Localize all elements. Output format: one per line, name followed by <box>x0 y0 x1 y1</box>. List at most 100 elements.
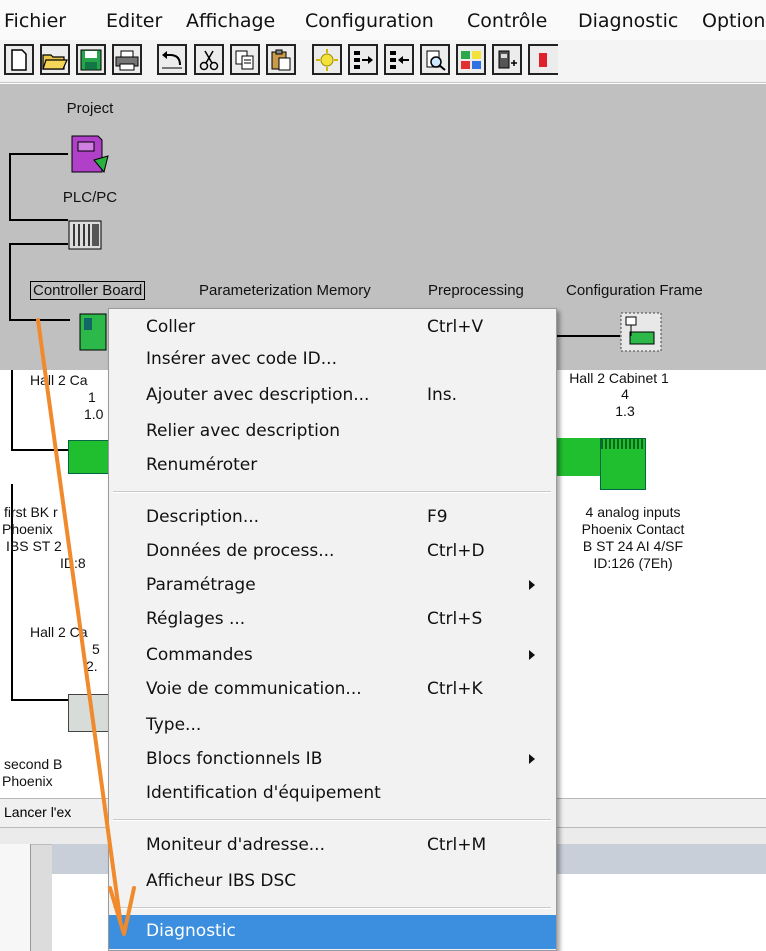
menu-item-label: Insérer avec code ID... <box>146 349 337 369</box>
status-text: Lancer l'ex <box>4 804 72 820</box>
device-tree[interactable]: Hall 2 Ca 1 1.0 first BK r Phoenix IBS S… <box>0 370 110 798</box>
parameterize-icon[interactable] <box>456 44 486 75</box>
menu-configuration[interactable]: Configuration <box>305 10 434 32</box>
left-module-1-icon[interactable] <box>68 440 110 474</box>
menu-item-label: Description... <box>146 507 260 527</box>
left-mod1-type: IBS ST 2 <box>6 538 62 554</box>
left-module-2-icon[interactable] <box>68 694 110 732</box>
right-cab-num: 4 <box>621 386 629 402</box>
menu-item-donnees-process[interactable]: Données de process... Ctrl+D <box>109 535 556 567</box>
right-cab-addr: 1.3 <box>615 403 635 419</box>
tree-lines <box>11 370 70 701</box>
menu-option[interactable]: Option <box>702 10 765 32</box>
right-module-connector <box>556 438 602 476</box>
menu-item-commandes[interactable]: Commandes <box>109 639 556 671</box>
new-icon[interactable] <box>4 44 34 75</box>
open-icon[interactable] <box>40 44 70 75</box>
controller-board-icon[interactable] <box>78 312 108 357</box>
menu-fichier[interactable]: Fichier <box>4 10 66 32</box>
search-device-icon[interactable] <box>420 44 450 75</box>
menu-item-shortcut: Ctrl+D <box>427 541 485 561</box>
menu-item-relier-description[interactable]: Relier avec description <box>109 415 556 447</box>
menu-item-renumeroter[interactable]: Renuméroter <box>109 449 556 481</box>
right-mod-id: ID:126 (7Eh) <box>593 555 673 571</box>
left-cab1-addr: 1.0 <box>84 406 104 422</box>
left-mod1-vendor: Phoenix <box>2 521 53 537</box>
submenu-arrow-icon <box>529 580 535 590</box>
cut-icon[interactable] <box>194 44 224 75</box>
menu-item-label: Données de process... <box>146 541 335 561</box>
left-cab1-name: Hall 2 Ca <box>30 372 88 388</box>
menu-item-shortcut: Ins. <box>427 385 458 405</box>
right-mod-vendor: Phoenix Contact <box>581 521 685 537</box>
configuration-frame-icon[interactable] <box>620 312 662 357</box>
menu-item-label: Afficheur IBS DSC <box>146 871 297 891</box>
paste-icon[interactable] <box>266 44 296 75</box>
copy-icon[interactable] <box>230 44 260 75</box>
tab-configuration-frame[interactable]: Configuration Frame <box>566 282 703 299</box>
menu-item-label: Diagnostic <box>146 921 236 941</box>
menu-item-label: Moniteur d'adresse... <box>146 835 325 855</box>
tab-preprocessing[interactable]: Preprocessing <box>428 282 524 299</box>
tab-controller-board[interactable]: Controller Board <box>30 281 146 300</box>
menu-item-blocs-fonctionnels[interactable]: Blocs fonctionnels IB <box>109 743 556 775</box>
save-icon[interactable] <box>76 44 106 75</box>
device-icon[interactable] <box>492 44 522 75</box>
menu-editer[interactable]: Editer <box>106 10 162 32</box>
menu-diagnostic[interactable]: Diagnostic <box>578 10 678 32</box>
menu-controle[interactable]: Contrôle <box>467 10 547 32</box>
menu-item-shortcut: Ctrl+S <box>427 609 483 629</box>
menu-item-label: Réglages ... <box>146 609 246 629</box>
menu-item-shortcut: F9 <box>427 507 448 527</box>
toolbar <box>0 40 766 83</box>
left-cab2-addr: 2. <box>86 658 98 674</box>
menu-item-diagnostic[interactable]: Diagnostic <box>109 915 556 949</box>
bus-up-icon[interactable] <box>384 44 414 75</box>
menu-item-voie-communication[interactable]: Voie de communication... Ctrl+K <box>109 673 556 705</box>
right-mod-type: B ST 24 AI 4/SF <box>582 538 684 554</box>
online-icon[interactable] <box>312 44 342 75</box>
right-mod-name: 4 analog inputs <box>585 504 681 520</box>
menu-item-inserer-code-id[interactable]: Insérer avec code ID... <box>109 343 556 375</box>
menu-item-description[interactable]: Description... F9 <box>109 501 556 533</box>
left-mod1-name: first BK r <box>4 504 58 520</box>
menu-item-identification-equipement[interactable]: Identification d'équipement <box>109 777 556 809</box>
left-mod2-name: second B <box>4 756 63 772</box>
menu-affichage[interactable]: Affichage <box>186 10 275 32</box>
menu-item-label: Ajouter avec description... <box>146 385 370 405</box>
menu-item-shortcut: Ctrl+M <box>427 835 487 855</box>
menu-item-label: Paramétrage <box>146 575 256 595</box>
tab-parameterization-memory[interactable]: Parameterization Memory <box>199 282 371 299</box>
menu-item-type[interactable]: Type... <box>109 709 556 741</box>
menu-item-label: Blocs fonctionnels IB <box>146 749 323 769</box>
menu-item-moniteur-adresse[interactable]: Moniteur d'adresse... Ctrl+M <box>109 829 556 861</box>
submenu-arrow-icon <box>529 754 535 764</box>
menu-item-label: Coller <box>146 317 196 337</box>
right-module-icon[interactable] <box>600 438 646 490</box>
menu-item-label: Renuméroter <box>146 455 258 475</box>
menu-item-coller[interactable]: Coller Ctrl+V <box>109 311 556 343</box>
menu-item-ajouter-description[interactable]: Ajouter avec description... Ins. <box>109 379 556 411</box>
context-menu: Coller Ctrl+V Insérer avec code ID... Ajo… <box>108 308 557 951</box>
menu-item-label: Identification d'équipement <box>146 783 381 803</box>
menu-bar: Fichier Editer Affichage Configuration C… <box>0 0 766 40</box>
undo-icon[interactable] <box>157 44 187 75</box>
left-cab2-name: Hall 2 Ca <box>30 624 88 640</box>
menu-item-afficheur-ibs-dsc[interactable]: Afficheur IBS DSC <box>109 865 556 897</box>
menu-item-label: Type... <box>146 715 202 735</box>
menu-item-shortcut: Ctrl+V <box>427 317 484 337</box>
bus-down-icon[interactable] <box>348 44 378 75</box>
menu-item-parametrage[interactable]: Paramétrage <box>109 569 556 601</box>
menu-separator <box>113 819 551 821</box>
print-icon[interactable] <box>112 44 142 75</box>
menu-separator <box>113 491 551 493</box>
bottom-pane-ruler <box>0 844 31 951</box>
left-cab2-num: 5 <box>92 641 100 657</box>
menu-item-shortcut: Ctrl+K <box>427 679 483 699</box>
stop-icon[interactable] <box>528 44 558 75</box>
menu-item-reglages[interactable]: Réglages ... Ctrl+S <box>109 603 556 635</box>
menu-item-label: Commandes <box>146 645 253 665</box>
menu-item-label: Voie de communication... <box>146 679 362 699</box>
menu-separator <box>113 907 551 909</box>
left-mod1-id: ID:8 <box>60 555 86 571</box>
